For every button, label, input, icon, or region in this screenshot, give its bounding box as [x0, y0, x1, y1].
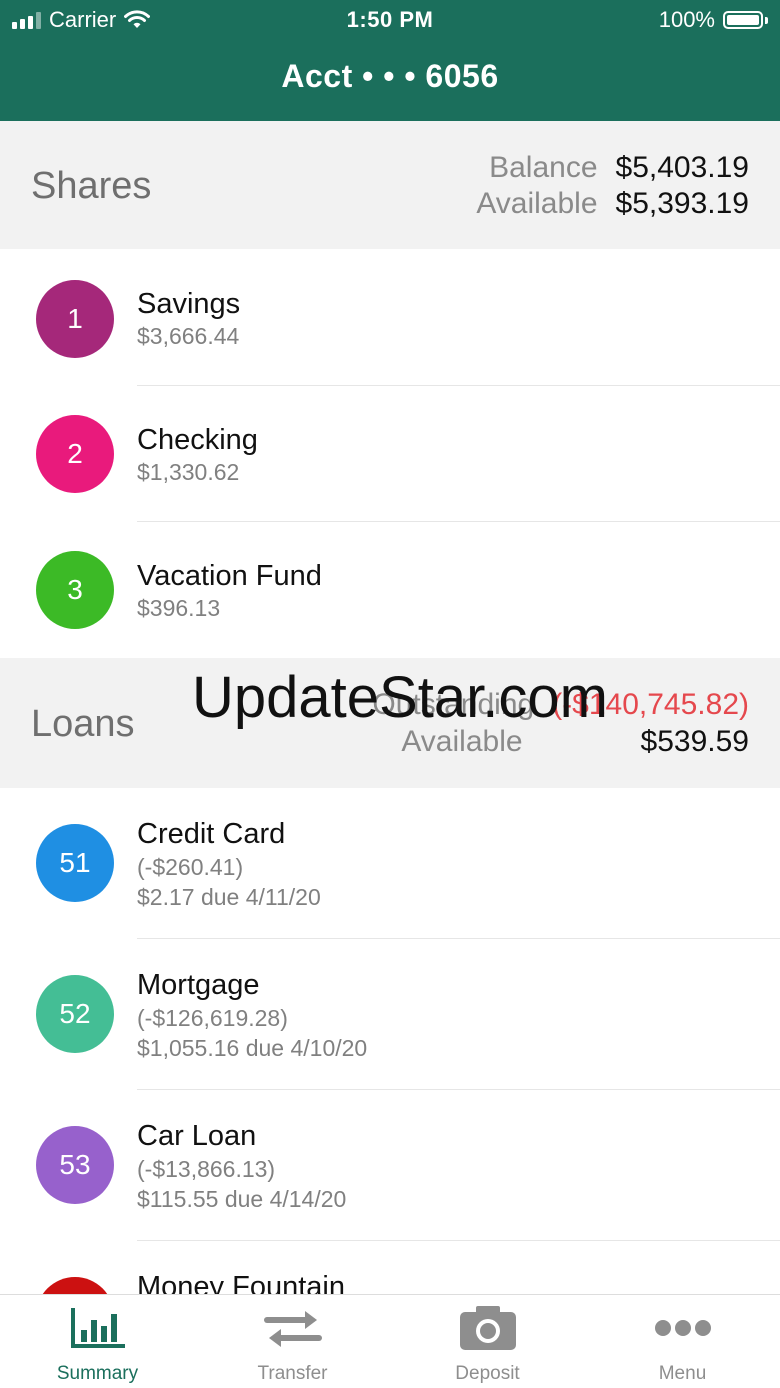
- loans-section-header: Loans Outstanding (-$140,745.82) Availab…: [0, 658, 780, 788]
- outstanding-value: (-$140,745.82): [552, 688, 749, 721]
- status-bar: Carrier 1:50 PM 100%: [0, 0, 780, 40]
- account-name: Mortgage: [137, 969, 260, 1001]
- tab-deposit[interactable]: Deposit: [390, 1295, 585, 1388]
- share-row-checking[interactable]: 2 Checking $1,330.62: [0, 386, 780, 522]
- tab-label: Summary: [56, 1363, 139, 1384]
- account-name: Money Fountain: [137, 1271, 345, 1294]
- tab-label: Menu: [658, 1363, 707, 1384]
- tab-summary[interactable]: Summary: [0, 1295, 195, 1388]
- account-number-badge: 51: [36, 824, 114, 902]
- tab-label: Transfer: [257, 1363, 328, 1384]
- loan-balance: (-$13,866.13): [137, 1156, 276, 1182]
- outstanding-label: Outstanding: [372, 688, 535, 721]
- loan-balance: (-$260.41): [137, 854, 244, 880]
- shares-balance: Balance $5,403.19: [489, 151, 749, 185]
- account-number-badge: 53: [36, 1126, 114, 1204]
- transfer-arrows-icon: [263, 1311, 322, 1347]
- loan-row-credit-card[interactable]: 51 Credit Card (-$260.41) $2.17 due 4/11…: [0, 788, 780, 939]
- tab-menu[interactable]: Menu: [585, 1295, 780, 1388]
- account-amount: $1,330.62: [137, 459, 240, 485]
- account-amount: $396.13: [137, 595, 221, 621]
- balance-label: Balance: [489, 151, 598, 184]
- account-name: Car Loan: [137, 1120, 257, 1152]
- battery-percent: 100%: [658, 7, 715, 32]
- account-title: Acct • • • 6056: [281, 58, 499, 94]
- camera-icon: [459, 1306, 516, 1350]
- loans-outstanding: Outstanding (-$140,745.82): [372, 688, 749, 722]
- loan-row-car-loan[interactable]: 53 Car Loan (-$13,866.13) $115.55 due 4/…: [0, 1090, 780, 1241]
- account-number-badge: 3: [36, 551, 114, 629]
- account-number-badge: 52: [36, 975, 114, 1053]
- account-amount: $3,666.44: [137, 323, 240, 349]
- tab-bar: Summary Transfer Deposit Menu: [0, 1294, 780, 1388]
- shares-available: Available $5,393.19: [476, 187, 749, 221]
- share-row-savings[interactable]: 1 Savings $3,666.44: [0, 250, 780, 386]
- share-row-vacation-fund[interactable]: 3 Vacation Fund $396.13: [0, 522, 780, 658]
- tab-transfer[interactable]: Transfer: [195, 1295, 390, 1388]
- loan-due: $1,055.16 due 4/10/20: [137, 1035, 368, 1061]
- battery-icon: [723, 11, 763, 29]
- account-name: Credit Card: [137, 818, 286, 850]
- section-title-shares: Shares: [31, 165, 152, 207]
- account-name: Savings: [137, 288, 241, 320]
- loan-due: $115.55 due 4/14/20: [137, 1186, 347, 1212]
- bar-chart-icon: [70, 1308, 125, 1348]
- available-value: $5,393.19: [615, 187, 749, 220]
- section-title-loans: Loans: [31, 703, 135, 745]
- more-dots-icon: [654, 1320, 711, 1336]
- loan-row-mortgage[interactable]: 52 Mortgage (-$126,619.28) $1,055.16 due…: [0, 939, 780, 1090]
- shares-section-header: Shares Balance $5,403.19 Available $5,39…: [0, 121, 780, 249]
- loan-balance: (-$126,619.28): [137, 1005, 288, 1031]
- account-name: Vacation Fund: [137, 560, 322, 592]
- available-label: Available: [476, 187, 598, 220]
- balance-value: $5,403.19: [615, 151, 749, 184]
- top-bar: Carrier 1:50 PM 100% Acct • • • 6056: [0, 0, 780, 121]
- loans-available: Available $539.59: [401, 725, 749, 759]
- tab-label: Deposit: [455, 1363, 520, 1384]
- loan-row-money-fountain[interactable]: Money Fountain: [0, 1241, 780, 1294]
- account-number-badge: [36, 1277, 114, 1294]
- available-value: $539.59: [640, 725, 749, 758]
- loan-due: $2.17 due 4/11/20: [137, 884, 321, 910]
- account-name: Checking: [137, 424, 258, 456]
- account-number-badge: 2: [36, 415, 114, 493]
- available-label: Available: [401, 725, 523, 758]
- account-number-badge: 1: [36, 280, 114, 358]
